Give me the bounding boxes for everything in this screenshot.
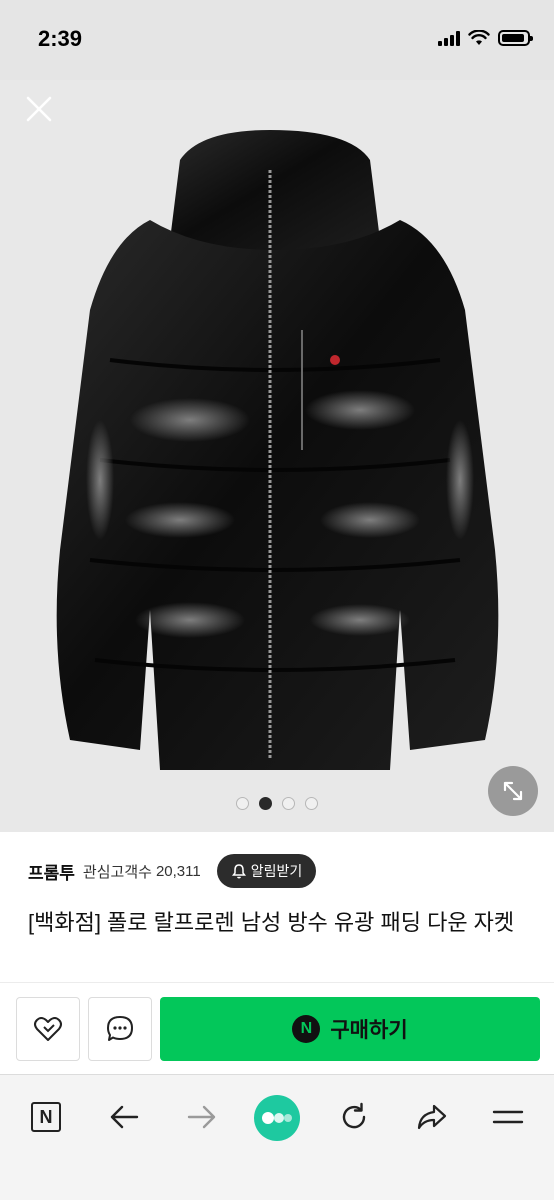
signal-icon <box>438 30 460 46</box>
status-time: 2:39 <box>38 26 83 51</box>
talk-button[interactable] <box>88 997 152 1061</box>
refresh-button[interactable] <box>332 1095 376 1139</box>
buy-label: 구매하기 <box>330 1019 408 1042</box>
share-arrow-icon <box>417 1104 447 1130</box>
battery-icon <box>498 30 533 46</box>
menu-icon <box>492 1110 524 1124</box>
naver-home-icon: N <box>31 1102 61 1132</box>
followers-label: 관심고객수 <box>82 863 152 881</box>
store-name[interactable]: 프롬투 <box>28 859 75 884</box>
chat-icon <box>107 1016 133 1041</box>
green-dot-icon <box>262 1112 292 1124</box>
store-row: 프롬투 관심고객수 20,311 알림받기 <box>28 854 317 888</box>
product-info: 프롬투 관심고객수 20,311 알림받기 [백화점] 폴로 랄프로렌 남성 방… <box>0 832 554 982</box>
alarm-label: 알림받기 <box>250 863 303 879</box>
browser-toolbar: N <box>0 1074 554 1200</box>
alarm-button[interactable]: 알림받기 <box>216 854 317 888</box>
product-image-gallery[interactable] <box>0 80 554 832</box>
forward-arrow-icon <box>187 1105 216 1129</box>
share-button[interactable] <box>410 1095 454 1139</box>
expand-icon <box>503 781 523 801</box>
naver-home-letter: N <box>39 1106 53 1127</box>
refresh-icon <box>342 1102 366 1129</box>
menu-button[interactable] <box>486 1095 530 1139</box>
product-title: [백화점] 폴로 랄프로렌 남성 방수 유광 패딩 다운 자켓 <box>28 910 515 935</box>
gallery-dot[interactable] <box>282 797 295 810</box>
heart-icon <box>34 1017 62 1041</box>
purchase-bar: N 구매하기 <box>0 982 554 1074</box>
bell-plus-icon <box>231 864 246 879</box>
close-icon[interactable] <box>22 92 56 126</box>
gallery-pagination <box>0 797 554 810</box>
status-bar: 2:39 <box>0 0 554 80</box>
back-button[interactable] <box>102 1095 146 1139</box>
buy-button[interactable]: N 구매하기 <box>160 997 540 1061</box>
gallery-dot[interactable] <box>236 797 249 810</box>
status-icons <box>438 30 533 46</box>
product-image <box>56 130 499 770</box>
gallery-dot-active[interactable] <box>259 797 272 810</box>
green-dot-button[interactable] <box>254 1095 300 1141</box>
expand-button[interactable] <box>488 766 538 816</box>
back-arrow-icon <box>110 1105 139 1129</box>
wishlist-button[interactable] <box>16 997 80 1061</box>
forward-button[interactable] <box>180 1095 224 1139</box>
naver-home-button[interactable]: N <box>24 1095 68 1139</box>
wifi-icon <box>468 30 490 45</box>
followers-count: 20,311 <box>155 862 201 880</box>
npay-icon: N <box>292 1015 321 1043</box>
gallery-dot[interactable] <box>305 797 318 810</box>
